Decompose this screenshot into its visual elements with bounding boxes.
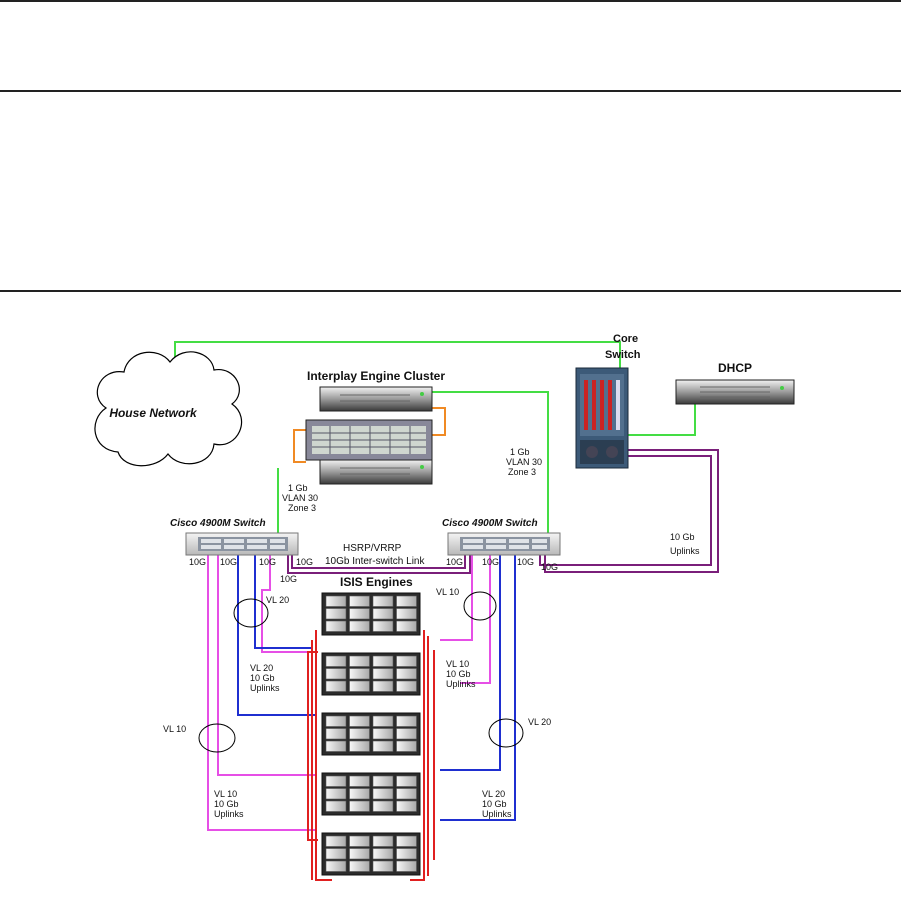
port-label: 10G [280, 574, 297, 584]
storage-array-icon [305, 419, 433, 461]
uplinks-vl20-upper-label: Uplinks [250, 683, 280, 693]
dhcp-label: DHCP [718, 361, 752, 375]
port-label: 10G [541, 562, 558, 572]
link-right-vlan: VLAN 30 [506, 457, 542, 467]
isis-engines-label: ISIS Engines [340, 575, 413, 589]
link-right-speed: 1 Gb [510, 447, 530, 457]
uplinks-vl20-upper-vlan: VL 20 [250, 663, 273, 673]
isis-engine-chassis-icon [321, 832, 421, 876]
vlan-group-ellipse [488, 718, 524, 748]
uplinks-vl10-upper-vlan: VL 10 [446, 659, 469, 669]
switch-left-label: Cisco 4900M Switch [170, 518, 266, 529]
link-left-zone: Zone 3 [288, 503, 316, 513]
interplay-server-icon [319, 386, 433, 412]
network-diagram: House Network Core Switch DHCP Interplay… [94, 333, 795, 881]
port-label: 10G [296, 557, 313, 567]
core-switch-label-line2: Switch [605, 349, 641, 361]
cisco-switch-right-icon [447, 532, 561, 556]
port-label: 10G [189, 557, 206, 567]
uplinks-vl10-upper-speed: 10 Gb [446, 669, 471, 679]
port-label: 10G [220, 557, 237, 567]
uplinks-vl10-lower-speed: 10 Gb [214, 799, 239, 809]
isis-engine-chassis-icon [321, 652, 421, 696]
top-rule [0, 0, 901, 2]
vlan-label: VL 10 [163, 724, 186, 734]
port-label: 10G [446, 557, 463, 567]
vlan-label: VL 20 [528, 717, 551, 727]
core-switch-label-line1: Core [613, 333, 638, 345]
port-label: 10G [482, 557, 499, 567]
isis-engine-chassis-icon [321, 592, 421, 636]
cisco-switch-left-icon [185, 532, 299, 556]
interplay-cluster-label: Interplay Engine Cluster [307, 369, 445, 383]
uplinks-vl10-upper-label: Uplinks [446, 679, 476, 689]
port-label: 10G [259, 557, 276, 567]
port-label: 10G [517, 557, 534, 567]
isis-engine-chassis-icon [321, 712, 421, 756]
link-left-vlan: VLAN 30 [282, 493, 318, 503]
uplinks-vl20-lower-vlan: VL 20 [482, 789, 505, 799]
inter-switch-link-label: 10Gb Inter-switch Link [325, 556, 425, 567]
lower-rule [0, 290, 901, 292]
core-uplinks-label: Uplinks [670, 546, 700, 556]
link-right-zone: Zone 3 [508, 467, 536, 477]
vlan-group-ellipse [463, 591, 497, 621]
vlan-label: VL 10 [436, 587, 459, 597]
interplay-server-icon [319, 459, 433, 485]
switch-right-label: Cisco 4900M Switch [442, 518, 538, 529]
uplinks-vl10-lower-vlan: VL 10 [214, 789, 237, 799]
core-uplinks-speed: 10 Gb [670, 532, 695, 542]
vlan-label: VL 20 [266, 595, 289, 605]
uplinks-vl10-lower-label: Uplinks [214, 809, 244, 819]
middle-rule [0, 90, 901, 92]
uplinks-vl20-lower-label: Uplinks [482, 809, 512, 819]
uplinks-vl20-upper-speed: 10 Gb [250, 673, 275, 683]
hsrp-label: HSRP/VRRP [343, 543, 402, 554]
uplinks-vl20-lower-speed: 10 Gb [482, 799, 507, 809]
isis-engine-chassis-icon [321, 772, 421, 816]
dhcp-server-icon [675, 379, 795, 405]
link-left-speed: 1 Gb [288, 483, 308, 493]
core-switch-chassis-icon [575, 367, 629, 469]
house-network-label: House Network [109, 406, 198, 420]
